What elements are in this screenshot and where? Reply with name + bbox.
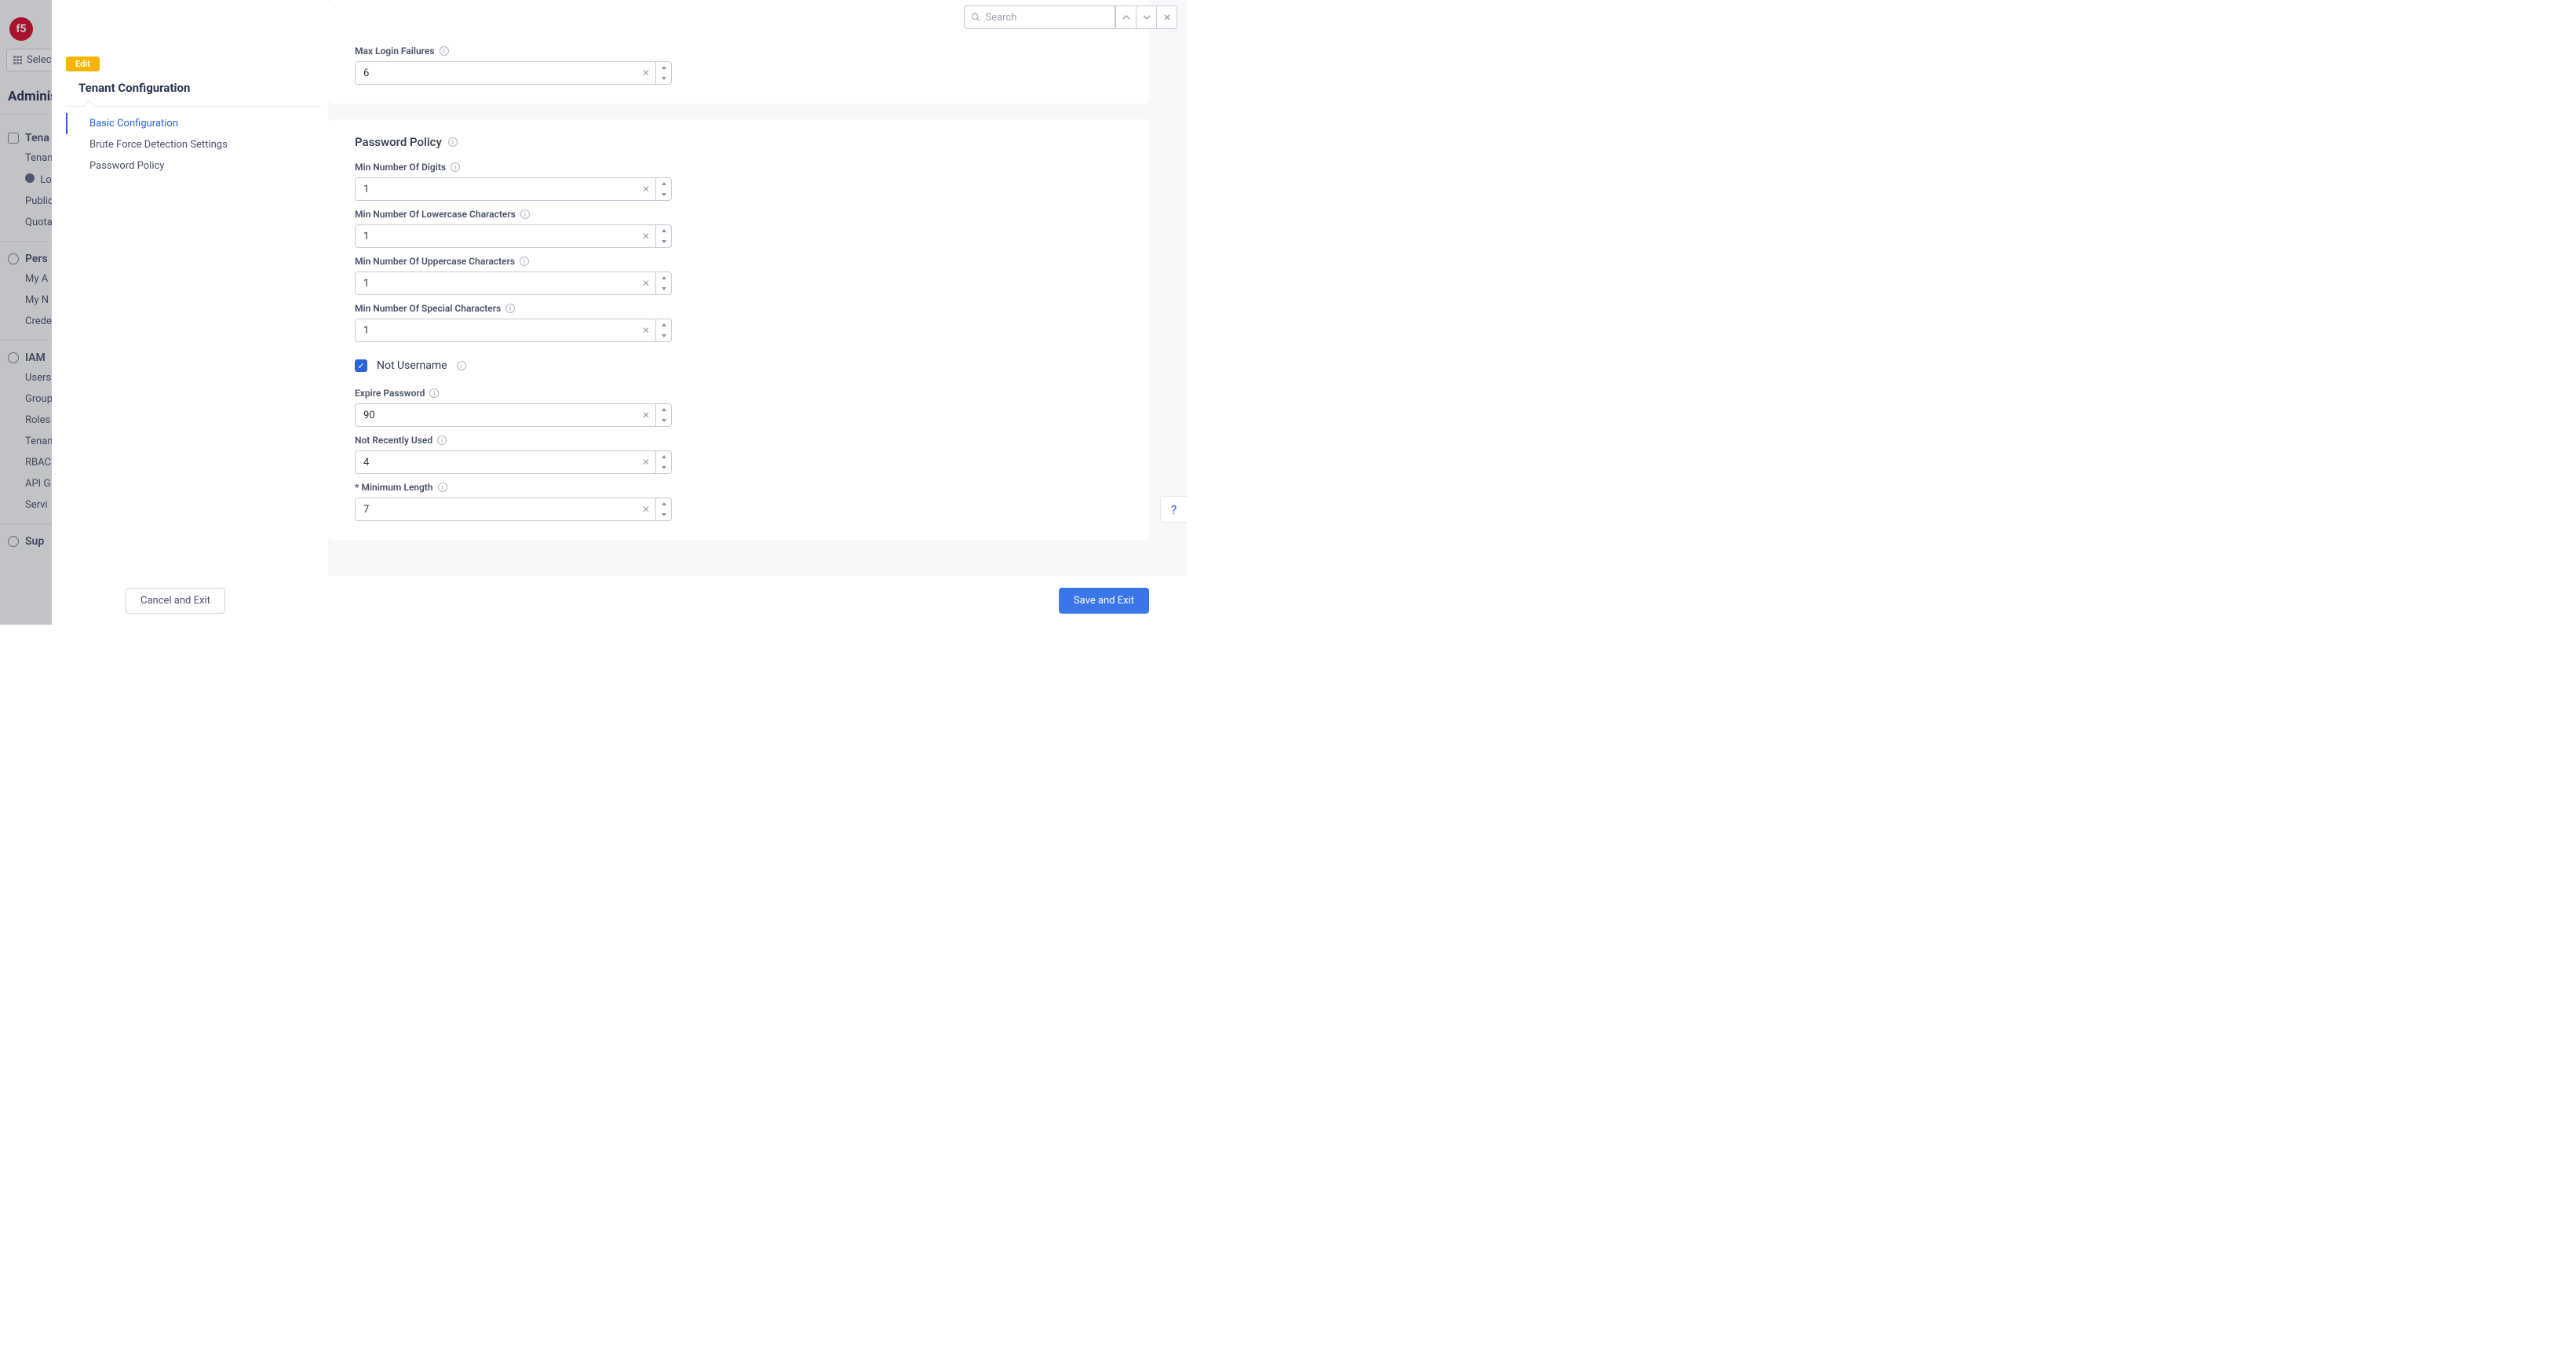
field-max-login: Max Login Failures i ✕	[328, 38, 1149, 85]
search-icon	[971, 12, 981, 23]
label-not-username: Not Username	[377, 359, 447, 372]
modal-toolbar	[964, 5, 1177, 29]
spin-down-min-length[interactable]	[656, 509, 671, 520]
label-min-upper: Min Number Of Uppercase Characters	[355, 256, 515, 267]
field-min-lower: Min Number Of Lowercase Characters i ✕	[328, 201, 1149, 248]
spin-down-min-special[interactable]	[656, 330, 671, 341]
label-min-special: Min Number Of Special Characters	[355, 303, 501, 314]
spin-down-not-recent[interactable]	[656, 462, 671, 473]
modal-panel: Edit Tenant Configuration Basic Configur…	[52, 0, 1187, 625]
spin-down-max-login[interactable]	[656, 73, 671, 84]
info-icon[interactable]: i	[448, 137, 458, 147]
cancel-button[interactable]: Cancel and Exit	[126, 588, 225, 614]
help-button[interactable]: ?	[1160, 496, 1187, 523]
info-icon[interactable]: i	[451, 162, 460, 172]
input-min-length[interactable]	[356, 498, 637, 520]
help-icon: ?	[1171, 502, 1177, 517]
input-max-login[interactable]	[356, 62, 637, 84]
info-icon[interactable]: i	[520, 257, 529, 266]
chevron-down-icon	[1143, 13, 1151, 21]
search-input[interactable]	[986, 12, 1108, 24]
field-min-digits: Min Number Of Digits i ✕	[328, 154, 1149, 201]
label-not-recent: Not Recently Used	[355, 435, 432, 446]
left-panel: Edit Tenant Configuration Basic Configur…	[52, 0, 328, 576]
clear-not-recent[interactable]: ✕	[637, 451, 655, 473]
input-min-digits[interactable]	[356, 178, 637, 200]
info-icon[interactable]: i	[505, 304, 515, 313]
input-not-recent[interactable]	[356, 451, 637, 473]
left-panel-title: Tenant Configuration	[78, 81, 320, 95]
checkbox-not-username[interactable]: ✓	[355, 359, 367, 372]
info-icon[interactable]: i	[520, 210, 530, 219]
left-nav: Basic Configuration Brute Force Detectio…	[66, 113, 320, 177]
clear-min-lower[interactable]: ✕	[637, 225, 655, 247]
save-button[interactable]: Save and Exit	[1059, 588, 1149, 614]
spin-up-min-special[interactable]	[656, 319, 671, 330]
label-min-length: * Minimum Length	[355, 482, 433, 493]
spin-down-min-lower[interactable]	[656, 236, 671, 247]
label-min-lower: Min Number Of Lowercase Characters	[355, 209, 516, 220]
info-icon[interactable]: i	[440, 46, 449, 56]
field-expire: Expire Password i ✕	[328, 377, 1149, 427]
info-icon[interactable]: i	[437, 436, 447, 445]
spin-up-expire[interactable]	[656, 404, 671, 415]
input-wrap-max-login: ✕	[355, 61, 672, 85]
password-policy-card: Password Policy i Min Number Of Digits i …	[328, 119, 1149, 540]
label-max-login: Max Login Failures i	[355, 46, 1122, 56]
clear-min-upper[interactable]: ✕	[637, 272, 655, 294]
field-min-length: * Minimum Length i ✕	[328, 474, 1149, 521]
spin-up-not-recent[interactable]	[656, 451, 671, 462]
field-not-recent: Not Recently Used i ✕	[328, 427, 1149, 474]
input-min-upper[interactable]	[356, 272, 637, 294]
left-nav-password[interactable]: Password Policy	[66, 155, 320, 177]
spin-up-min-length[interactable]	[656, 498, 671, 509]
close-icon	[1163, 13, 1171, 21]
modal-footer: Cancel and Exit Save and Exit	[52, 576, 1187, 625]
clear-min-digits[interactable]: ✕	[637, 178, 655, 200]
search-close-button[interactable]	[1156, 6, 1177, 28]
spin-up-min-upper[interactable]	[656, 272, 671, 283]
search-next-button[interactable]	[1136, 6, 1156, 28]
clear-max-login[interactable]: ✕	[637, 62, 655, 84]
input-min-lower[interactable]	[356, 225, 637, 247]
spin-down-min-digits[interactable]	[656, 189, 671, 200]
label-expire: Expire Password	[355, 388, 425, 399]
spin-up-min-lower[interactable]	[656, 225, 671, 236]
info-icon[interactable]: i	[438, 483, 447, 492]
search-prev-button[interactable]	[1115, 6, 1136, 28]
spin-up-max-login[interactable]	[656, 62, 671, 73]
chevron-up-icon	[1122, 13, 1130, 21]
field-min-special: Min Number Of Special Characters i ✕	[328, 295, 1149, 342]
info-icon[interactable]: i	[457, 361, 466, 370]
info-icon[interactable]: i	[429, 388, 439, 398]
spin-down-expire[interactable]	[656, 415, 671, 426]
input-min-special[interactable]	[356, 319, 637, 341]
clear-min-special[interactable]: ✕	[637, 319, 655, 341]
clear-min-length[interactable]: ✕	[637, 498, 655, 520]
form-scroll[interactable]: Max Login Failures i ✕ P	[328, 0, 1187, 576]
clear-expire[interactable]: ✕	[637, 404, 655, 426]
spin-down-min-upper[interactable]	[656, 283, 671, 294]
left-nav-brute[interactable]: Brute Force Detection Settings	[66, 134, 320, 155]
section-password-title: Password Policy i	[328, 119, 1149, 154]
field-min-upper: Min Number Of Uppercase Characters i ✕	[328, 248, 1149, 295]
input-expire[interactable]	[356, 404, 637, 426]
search-wrap	[965, 6, 1115, 28]
spin-up-min-digits[interactable]	[656, 178, 671, 189]
label-min-digits: Min Number Of Digits	[355, 162, 446, 173]
field-not-username: ✓ Not Username i	[328, 342, 1149, 377]
left-nav-basic[interactable]: Basic Configuration	[66, 113, 320, 134]
edit-badge: Edit	[66, 56, 100, 71]
